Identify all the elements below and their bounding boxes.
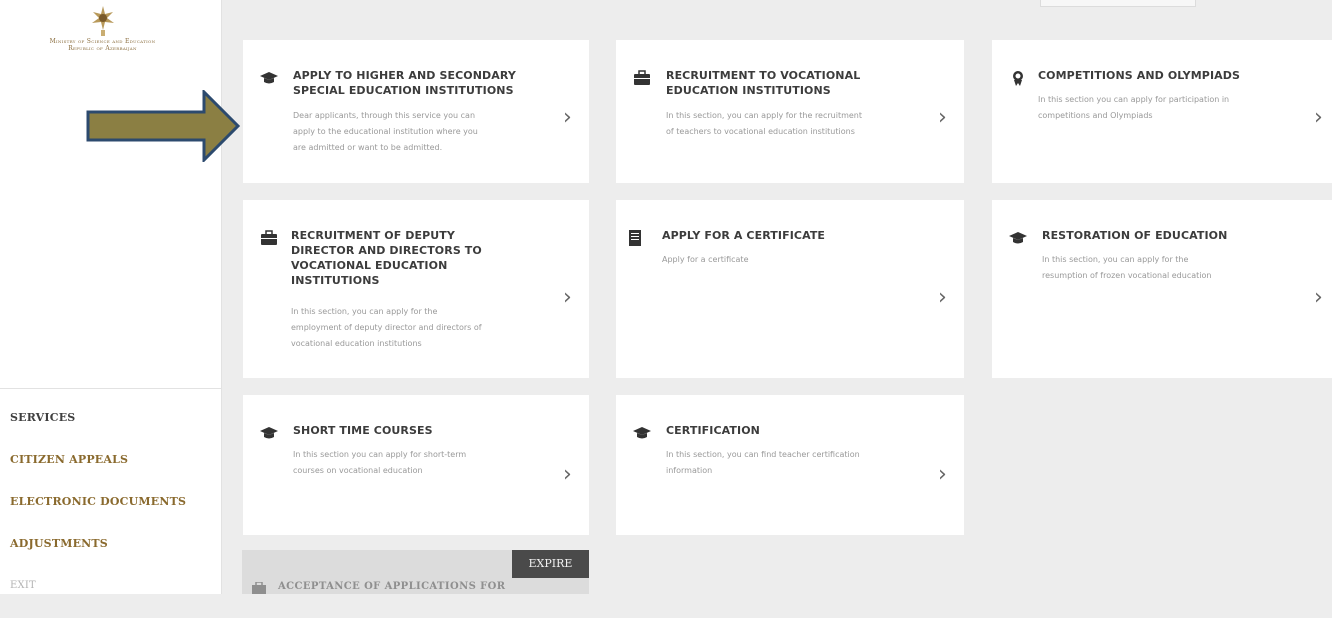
- card-title: SPECIAL EDUCATION INSTITUTIONS: [293, 84, 514, 97]
- sidebar-item-citizen-appeals[interactable]: CITIZEN APPEALS: [10, 450, 186, 492]
- graduation-cap-icon: [1009, 232, 1027, 244]
- card-recruitment-deputy-director[interactable]: RECRUITMENT OF DEPUTY DIRECTOR AND DIREC…: [243, 200, 589, 378]
- card-title: INSTITUTIONS: [291, 274, 380, 287]
- card-description: In this section, you can apply for the: [1042, 255, 1189, 264]
- sidebar-divider: [0, 388, 221, 389]
- briefcase-icon: [261, 230, 277, 245]
- sidebar-item-electronic-documents[interactable]: ELECTRONIC DOCUMENTS: [10, 492, 186, 534]
- sidebar-nav: SERVICES CITIZEN APPEALS ELECTRONIC DOCU…: [10, 408, 186, 618]
- card-description: In this section, you can find teacher ce…: [666, 450, 860, 459]
- card-title: EDUCATION INSTITUTIONS: [666, 84, 831, 97]
- card-title: APPLY FOR A CERTIFICATE: [662, 229, 826, 242]
- card-title: CERTIFICATION: [666, 424, 760, 437]
- chevron-right-icon[interactable]: ›: [938, 464, 958, 486]
- card-description: In this section, you can apply for the r…: [666, 111, 863, 120]
- card-description: Apply for a certificate: [662, 255, 749, 264]
- card-description: information: [666, 466, 713, 475]
- card-title: RESTORATION OF EDUCATION: [1042, 229, 1228, 242]
- chevron-right-icon[interactable]: ›: [563, 464, 583, 486]
- briefcase-icon: [634, 70, 650, 85]
- chevron-right-icon[interactable]: ›: [563, 107, 583, 129]
- card-description: In this section you can apply for short-…: [293, 450, 467, 459]
- sidebar-item-adjustments[interactable]: ADJUSTMENTS: [10, 534, 186, 576]
- card-description: of teachers to vocational education inst…: [666, 127, 855, 136]
- pointer-arrow-icon: [86, 90, 241, 162]
- card-description: resumption of frozen vocational educatio…: [1042, 271, 1212, 280]
- card-description: competitions and Olympiads: [1038, 111, 1153, 120]
- top-search-box[interactable]: [1040, 0, 1196, 7]
- card-description: vocational education institutions: [291, 339, 422, 348]
- card-title: RECRUITMENT OF DEPUTY: [291, 229, 455, 242]
- card-title: ACCEPTANCE OF APPLICATIONS FOR: [278, 581, 506, 592]
- card-description: Dear applicants, through this service yo…: [293, 111, 476, 120]
- card-title: APPLY TO HIGHER AND SECONDARY: [293, 69, 516, 82]
- ministry-logo[interactable]: Ministry of Science and Education Republ…: [0, 0, 205, 70]
- medal-icon: [1013, 71, 1023, 86]
- chevron-right-icon[interactable]: ›: [938, 107, 958, 129]
- card-title: SHORT TIME COURSES: [293, 424, 433, 437]
- card-description: In this section you can apply for partic…: [1038, 95, 1230, 104]
- card-apply-higher-education[interactable]: APPLY TO HIGHER AND SECONDARY SPECIAL ED…: [243, 40, 589, 183]
- chevron-right-icon[interactable]: ›: [938, 287, 958, 309]
- card-description: employment of deputy director and direct…: [291, 323, 482, 332]
- card-restoration-education[interactable]: RESTORATION OF EDUCATION In this section…: [992, 200, 1332, 378]
- card-description: apply to the educational institution whe…: [293, 127, 478, 136]
- ministry-country: Republic of Azerbaijan: [68, 45, 137, 52]
- card-description: are admitted or want to be admitted.: [293, 143, 443, 152]
- chevron-right-icon[interactable]: ›: [563, 287, 583, 309]
- card-apply-certificate[interactable]: APPLY FOR A CERTIFICATE Apply for a cert…: [616, 200, 964, 378]
- graduation-cap-icon: [633, 427, 651, 439]
- document-icon: [629, 230, 641, 246]
- card-short-time-courses[interactable]: SHORT TIME COURSES In this section you c…: [243, 395, 589, 535]
- card-certification[interactable]: CERTIFICATION In this section, you can f…: [616, 395, 964, 535]
- card-title: VOCATIONAL EDUCATION: [291, 259, 448, 272]
- chevron-right-icon[interactable]: ›: [1314, 287, 1332, 309]
- card-recruitment-vocational[interactable]: RECRUITMENT TO VOCATIONAL EDUCATION INST…: [616, 40, 964, 183]
- graduation-cap-icon: [260, 427, 278, 439]
- chevron-right-icon[interactable]: ›: [1314, 107, 1332, 129]
- sidebar-item-services[interactable]: SERVICES: [10, 408, 186, 450]
- card-description: In this section, you can apply for the: [291, 307, 438, 316]
- ministry-name: Ministry of Science and Education: [49, 38, 156, 45]
- card-title: RECRUITMENT TO VOCATIONAL: [666, 69, 861, 82]
- card-competitions-olympiads[interactable]: COMPETITIONS AND OLYMPIADS In this secti…: [992, 40, 1332, 183]
- card-description: courses on vocational education: [293, 466, 423, 475]
- card-acceptance-applications[interactable]: EXPIRE ACCEPTANCE OF APPLICATIONS FOR: [242, 550, 589, 594]
- emblem-icon: [91, 6, 114, 36]
- expire-badge: EXPIRE: [512, 550, 589, 578]
- graduation-cap-icon: [260, 72, 278, 84]
- card-title: DIRECTOR AND DIRECTORS TO: [291, 244, 482, 257]
- briefcase-icon: [252, 582, 266, 594]
- sidebar-item-exit[interactable]: EXIT: [10, 576, 186, 618]
- card-title: COMPETITIONS AND OLYMPIADS: [1038, 69, 1241, 82]
